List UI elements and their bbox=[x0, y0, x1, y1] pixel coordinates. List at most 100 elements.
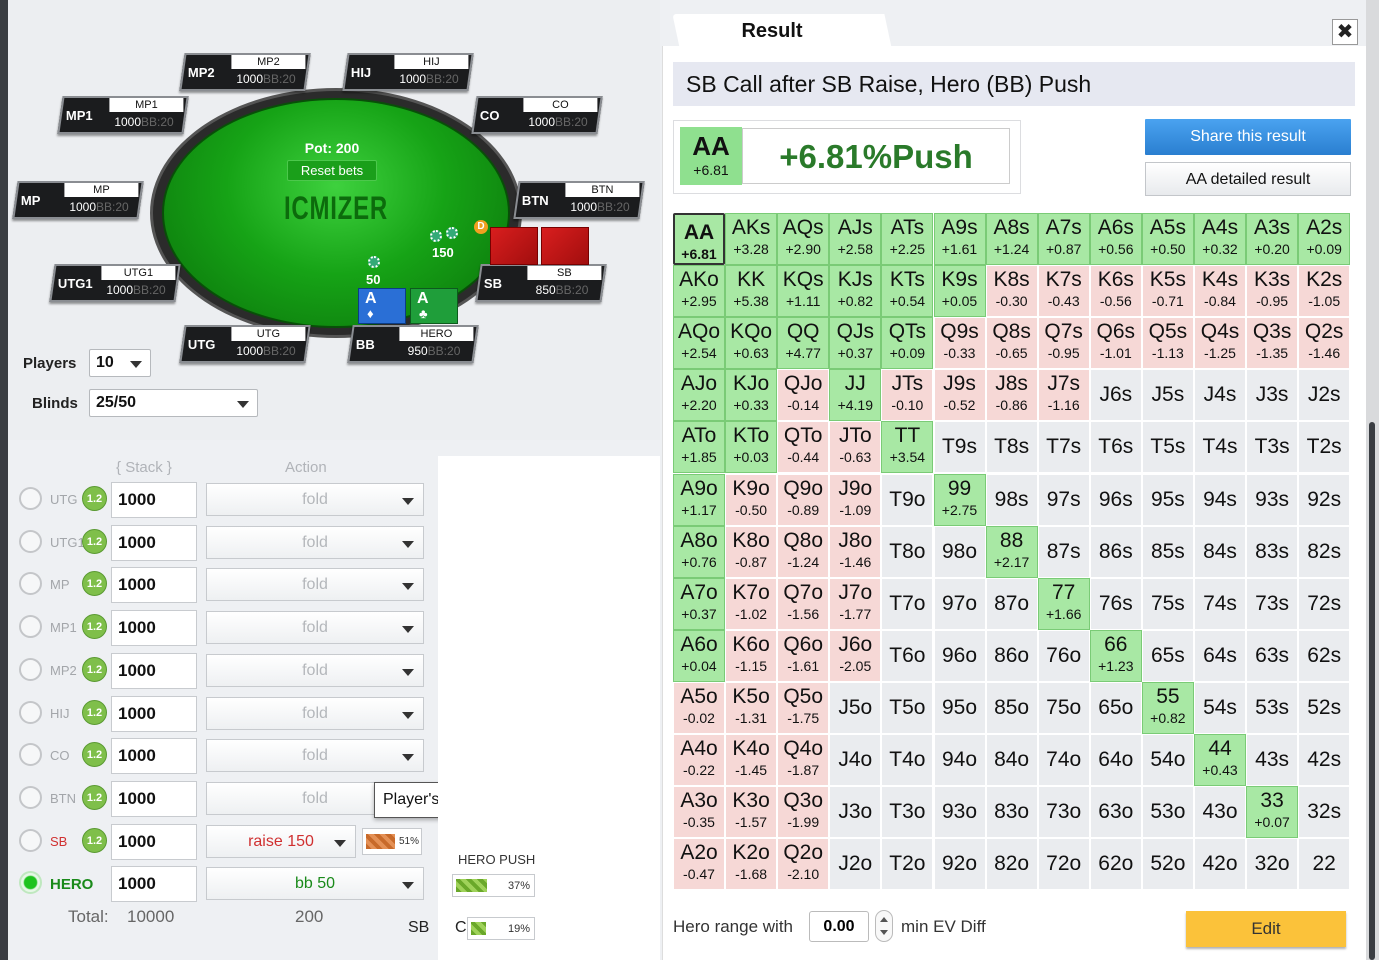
icm-badge[interactable]: 1.2 bbox=[82, 571, 107, 597]
hand-cell-a3o[interactable]: A3o -0.35 bbox=[673, 786, 725, 839]
hand-cell-j9s[interactable]: J9s -0.52 bbox=[933, 369, 986, 422]
hand-cell-k3o[interactable]: K3o -1.57 bbox=[725, 786, 778, 839]
hand-cell-93o[interactable]: 93o bbox=[933, 786, 986, 839]
hand-cell-jto[interactable]: JTo -0.63 bbox=[829, 421, 882, 474]
blinds-select[interactable]: 25/50 bbox=[89, 389, 258, 417]
hand-cell-ato[interactable]: ATo +1.85 bbox=[673, 421, 725, 474]
action-select[interactable]: fold bbox=[206, 696, 424, 730]
hand-cell-96o[interactable]: 96o bbox=[933, 629, 986, 682]
hand-cell-k2o[interactable]: K2o -1.68 bbox=[725, 838, 778, 891]
seat-sb[interactable]: SB SB 850BB:20 bbox=[475, 264, 607, 302]
action-select[interactable]: fold bbox=[206, 483, 424, 516]
hand-cell-99[interactable]: 99 +2.75 bbox=[933, 473, 986, 526]
hand-cell-a7o[interactable]: A7o +0.37 bbox=[673, 577, 725, 630]
hand-cell-54o[interactable]: 54o bbox=[1141, 734, 1194, 786]
hand-cell-ajo[interactable]: AJo +2.20 bbox=[673, 369, 725, 422]
hand-cell-kjs[interactable]: KJs +0.82 bbox=[829, 265, 882, 318]
hand-cell-a7s[interactable]: A7s +0.87 bbox=[1037, 213, 1090, 265]
hand-cell-a4s[interactable]: A4s +0.32 bbox=[1194, 213, 1246, 265]
hand-cell-82s[interactable]: 82s bbox=[1298, 525, 1351, 578]
hand-cell-ats[interactable]: ATs +2.25 bbox=[881, 213, 934, 265]
action-select[interactable]: fold bbox=[206, 653, 424, 687]
seat-utg1[interactable]: UTG1 UTG1 1000BB:20 bbox=[49, 264, 181, 302]
hand-cell-a4o[interactable]: A4o -0.22 bbox=[673, 734, 725, 786]
hand-cell-a6o[interactable]: A6o +0.04 bbox=[673, 629, 725, 682]
hand-cell-t2o[interactable]: T2o bbox=[881, 838, 934, 891]
sb-call-percent[interactable]: 19% bbox=[467, 917, 535, 940]
hand-cell-q4s[interactable]: Q4s -1.25 bbox=[1194, 317, 1246, 370]
seat-bb[interactable]: BB HERO 950BB:20 bbox=[347, 325, 479, 363]
player-radio[interactable] bbox=[19, 700, 42, 724]
hand-cell-q7o[interactable]: Q7o -1.56 bbox=[777, 577, 830, 630]
hand-cell-87s[interactable]: 87s bbox=[1037, 525, 1090, 578]
hand-cell-65s[interactable]: 65s bbox=[1141, 629, 1194, 682]
hand-cell-92s[interactable]: 92s bbox=[1298, 473, 1351, 526]
action-select[interactable]: fold bbox=[206, 568, 424, 602]
action-select[interactable]: fold bbox=[206, 525, 424, 559]
seat-co[interactable]: CO CO 1000BB:20 bbox=[471, 96, 603, 134]
hand-cell-76o[interactable]: 76o bbox=[1037, 629, 1090, 682]
hand-cell-q6s[interactable]: Q6s -1.01 bbox=[1089, 317, 1142, 370]
hand-cell-98o[interactable]: 98o bbox=[933, 525, 986, 578]
stack-input[interactable]: 1000 bbox=[111, 738, 197, 775]
hand-cell-55[interactable]: 55 +0.82 bbox=[1141, 681, 1194, 734]
hand-cell-42s[interactable]: 42s bbox=[1298, 734, 1351, 786]
hand-cell-95s[interactable]: 95s bbox=[1141, 473, 1194, 526]
hand-cell-t5o[interactable]: T5o bbox=[881, 681, 934, 734]
hand-cell-82o[interactable]: 82o bbox=[985, 838, 1038, 891]
hand-cell-43o[interactable]: 43o bbox=[1194, 786, 1246, 839]
hand-cell-q4o[interactable]: Q4o -1.87 bbox=[777, 734, 830, 786]
hand-cell-a3s[interactable]: A3s +0.20 bbox=[1246, 213, 1299, 265]
hand-cell-j2s[interactable]: J2s bbox=[1298, 369, 1351, 422]
hand-cell-85o[interactable]: 85o bbox=[985, 681, 1038, 734]
hand-cell-q8o[interactable]: Q8o -1.24 bbox=[777, 525, 830, 578]
hand-cell-ajs[interactable]: AJs +2.58 bbox=[829, 213, 882, 265]
hand-cell-j8o[interactable]: J8o -1.46 bbox=[829, 525, 882, 578]
hand-cell-95o[interactable]: 95o bbox=[933, 681, 986, 734]
hand-cell-kts[interactable]: KTs +0.54 bbox=[881, 265, 934, 318]
sb-raise-percent[interactable]: 51% bbox=[362, 828, 422, 855]
hand-cell-t2s[interactable]: T2s bbox=[1298, 421, 1351, 474]
hand-cell-q3s[interactable]: Q3s -1.35 bbox=[1246, 317, 1299, 370]
hand-cell-52o[interactable]: 52o bbox=[1141, 838, 1194, 891]
hand-cell-kk[interactable]: KK +5.38 bbox=[725, 265, 778, 318]
hand-cell-84o[interactable]: 84o bbox=[985, 734, 1038, 786]
hand-cell-98s[interactable]: 98s bbox=[985, 473, 1038, 526]
hero-push-percent[interactable]: 37% bbox=[452, 874, 535, 897]
icm-badge[interactable]: 1.2 bbox=[82, 784, 107, 810]
hand-cell-64s[interactable]: 64s bbox=[1194, 629, 1246, 682]
seat-hij[interactable]: HIJ HIJ 1000BB:20 bbox=[342, 53, 474, 91]
hand-cell-74s[interactable]: 74s bbox=[1194, 577, 1246, 630]
hand-cell-q9o[interactable]: Q9o -0.89 bbox=[777, 473, 830, 526]
stack-input[interactable]: 1000 bbox=[111, 610, 197, 647]
hand-cell-k8s[interactable]: K8s -0.30 bbox=[985, 265, 1038, 318]
hand-cell-k7s[interactable]: K7s -0.43 bbox=[1037, 265, 1090, 318]
hand-cell-94s[interactable]: 94s bbox=[1194, 473, 1246, 526]
icm-badge[interactable]: 1.2 bbox=[82, 486, 107, 511]
hand-cell-77[interactable]: 77 +1.66 bbox=[1037, 577, 1090, 630]
hand-cell-j6o[interactable]: J6o -2.05 bbox=[829, 629, 882, 682]
hand-cell-k4s[interactable]: K4s -0.84 bbox=[1194, 265, 1246, 318]
share-result-button[interactable]: Share this result bbox=[1145, 119, 1351, 155]
hand-cell-52s[interactable]: 52s bbox=[1298, 681, 1351, 734]
hand-cell-75o[interactable]: 75o bbox=[1037, 681, 1090, 734]
hand-cell-k6s[interactable]: K6s -0.56 bbox=[1089, 265, 1142, 318]
seat-btn[interactable]: BTN BTN 1000BB:20 bbox=[513, 181, 645, 219]
hand-cell-q2o[interactable]: Q2o -2.10 bbox=[777, 838, 830, 891]
hand-cell-jts[interactable]: JTs -0.10 bbox=[881, 369, 934, 422]
hand-cell-k9s[interactable]: K9s +0.05 bbox=[933, 265, 986, 318]
hand-cell-j2o[interactable]: J2o bbox=[829, 838, 882, 891]
hand-cell-65o[interactable]: 65o bbox=[1089, 681, 1142, 734]
hand-cell-a9s[interactable]: A9s +1.61 bbox=[933, 213, 986, 265]
hand-cell-a6s[interactable]: A6s +0.56 bbox=[1089, 213, 1142, 265]
hand-cell-66[interactable]: 66 +1.23 bbox=[1089, 629, 1142, 682]
hand-cell-t7s[interactable]: T7s bbox=[1037, 421, 1090, 474]
hand-cell-62s[interactable]: 62s bbox=[1298, 629, 1351, 682]
icm-badge[interactable]: 1.2 bbox=[82, 528, 107, 554]
hand-cell-t7o[interactable]: T7o bbox=[881, 577, 934, 630]
hand-cell-j3s[interactable]: J3s bbox=[1246, 369, 1299, 422]
detailed-result-button[interactable]: AA detailed result bbox=[1145, 162, 1351, 196]
hand-cell-a2s[interactable]: A2s +0.09 bbox=[1298, 213, 1351, 265]
hand-cell-k3s[interactable]: K3s -0.95 bbox=[1246, 265, 1299, 318]
scrollbar[interactable] bbox=[1366, 0, 1379, 960]
